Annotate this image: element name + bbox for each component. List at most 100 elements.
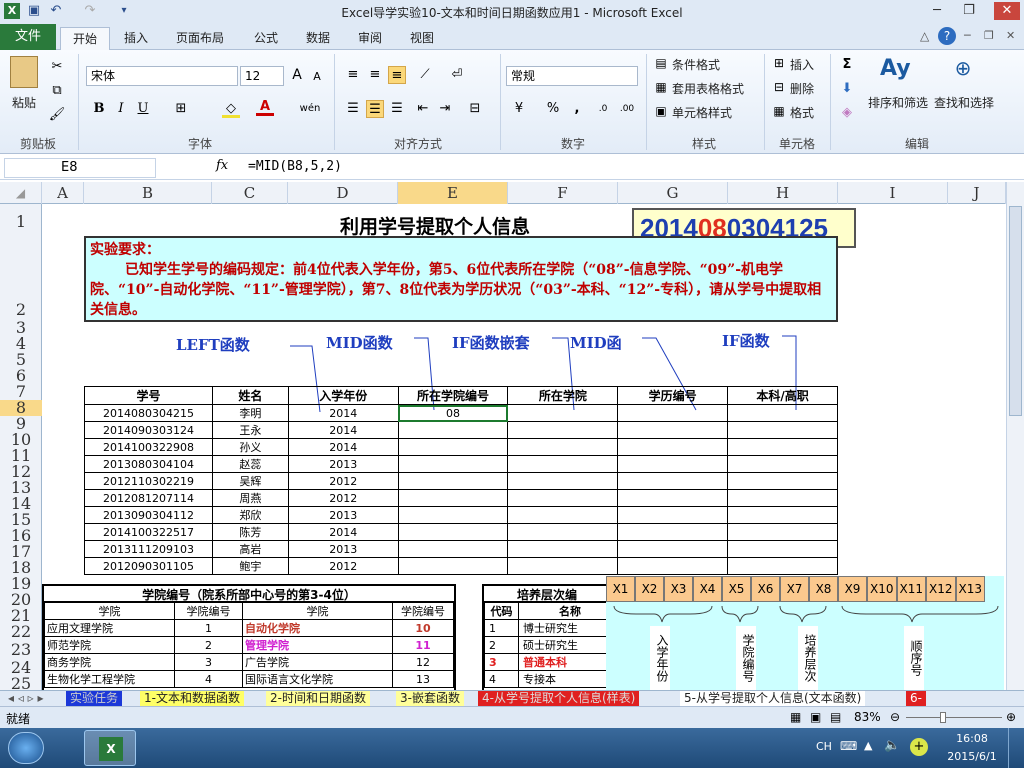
table-cell[interactable] bbox=[727, 438, 838, 456]
zoom-in-icon[interactable]: ⊕ bbox=[1006, 710, 1016, 724]
table-cell[interactable] bbox=[727, 523, 838, 541]
table-cell[interactable] bbox=[507, 540, 619, 558]
sheet-tab[interactable]: 实验任务 bbox=[66, 691, 123, 707]
table-cell[interactable] bbox=[397, 540, 509, 558]
table-cell[interactable]: 2012081207114 bbox=[84, 489, 213, 507]
table-cell[interactable]: 李明 bbox=[211, 404, 289, 422]
table-cell[interactable]: 2012090301105 bbox=[84, 557, 213, 575]
input-lang[interactable]: CH bbox=[816, 740, 832, 753]
table-cell[interactable]: 2014080304215 bbox=[84, 404, 213, 422]
table-cell[interactable]: 2 bbox=[484, 636, 519, 654]
table-cell[interactable]: 2013 bbox=[287, 506, 399, 524]
table-cell[interactable] bbox=[397, 438, 509, 456]
table-cell[interactable]: 鲍宇 bbox=[211, 557, 289, 575]
table-cell[interactable] bbox=[507, 404, 619, 422]
start-button[interactable] bbox=[8, 732, 44, 764]
table-cell[interactable] bbox=[727, 540, 838, 558]
table-cell[interactable]: 2014 bbox=[287, 404, 399, 422]
table-cell[interactable]: 自动化学院 bbox=[242, 619, 393, 637]
table-cell[interactable] bbox=[727, 557, 838, 575]
table-cell[interactable] bbox=[397, 506, 509, 524]
table-cell[interactable]: 商务学院 bbox=[44, 653, 175, 671]
sheet-tab-active[interactable]: 5-从学号提取个人信息(文本函数) bbox=[680, 691, 866, 707]
table-cell[interactable]: 2014 bbox=[287, 421, 399, 439]
volume-icon[interactable]: 🔈 bbox=[884, 738, 900, 753]
table-cell[interactable]: 13 bbox=[392, 670, 454, 688]
zoom-slider[interactable] bbox=[906, 717, 1002, 718]
tab-nav-icons[interactable]: ◂ ◃ ▹ ▸ bbox=[4, 691, 48, 707]
table-cell[interactable] bbox=[617, 438, 729, 456]
table-cell[interactable]: 2013090304112 bbox=[84, 506, 213, 524]
table-cell[interactable]: 生物化学工程学院 bbox=[44, 670, 175, 688]
table-cell[interactable]: 博士研究生 bbox=[518, 619, 610, 637]
table-cell[interactable]: 周燕 bbox=[211, 489, 289, 507]
table-cell[interactable] bbox=[507, 421, 619, 439]
table-cell[interactable]: 郑欣 bbox=[211, 506, 289, 524]
table-cell[interactable] bbox=[617, 523, 729, 541]
table-cell[interactable] bbox=[617, 506, 729, 524]
table-cell[interactable]: 2014090303124 bbox=[84, 421, 213, 439]
table-cell[interactable]: 硕士研究生 bbox=[518, 636, 610, 654]
view-page-layout-icon[interactable]: ▣ bbox=[810, 710, 821, 724]
show-desktop-button[interactable] bbox=[1008, 728, 1024, 768]
table-cell[interactable] bbox=[617, 472, 729, 490]
zoom-slider-thumb[interactable] bbox=[940, 712, 946, 723]
table-cell[interactable]: 3 bbox=[174, 653, 243, 671]
table-cell[interactable] bbox=[617, 489, 729, 507]
table-cell[interactable]: 2014100322908 bbox=[84, 438, 213, 456]
view-page-break-icon[interactable]: ▤ bbox=[830, 710, 841, 724]
table-cell[interactable]: 2012 bbox=[287, 557, 399, 575]
table-cell[interactable]: 赵蕊 bbox=[211, 455, 289, 473]
table-cell[interactable] bbox=[727, 404, 838, 422]
table-cell[interactable]: 1 bbox=[484, 619, 519, 637]
table-cell[interactable]: 11 bbox=[392, 636, 454, 654]
table-cell[interactable] bbox=[507, 438, 619, 456]
table-cell[interactable]: 普通本科 bbox=[518, 653, 610, 671]
table-cell[interactable] bbox=[617, 455, 729, 473]
table-cell[interactable] bbox=[507, 472, 619, 490]
table-cell[interactable]: 12 bbox=[392, 653, 454, 671]
sheet-tab[interactable]: 4-从学号提取个人信息(样表) bbox=[478, 691, 640, 707]
table-cell[interactable]: 孙义 bbox=[211, 438, 289, 456]
table-cell[interactable]: 2012 bbox=[287, 489, 399, 507]
table-cell[interactable]: 4 bbox=[174, 670, 243, 688]
table-cell[interactable] bbox=[617, 540, 729, 558]
table-cell[interactable]: 2 bbox=[174, 636, 243, 654]
tray-app-icon[interactable]: + bbox=[910, 738, 928, 756]
table-cell[interactable] bbox=[507, 523, 619, 541]
table-cell[interactable]: 10 bbox=[392, 619, 454, 637]
table-cell[interactable]: 管理学院 bbox=[242, 636, 393, 654]
keyboard-icon[interactable]: ⌨ bbox=[840, 739, 857, 753]
table-cell[interactable]: 2013 bbox=[287, 455, 399, 473]
table-cell[interactable]: 4 bbox=[484, 670, 519, 688]
table-cell[interactable] bbox=[397, 455, 509, 473]
table-cell[interactable] bbox=[507, 557, 619, 575]
table-cell[interactable]: 广告学院 bbox=[242, 653, 393, 671]
table-cell[interactable] bbox=[507, 489, 619, 507]
sheet-tab[interactable]: 1-文本和数据函数 bbox=[140, 691, 244, 707]
table-cell[interactable]: 2014 bbox=[287, 523, 399, 541]
table-cell[interactable] bbox=[617, 421, 729, 439]
table-cell[interactable]: 2014100322517 bbox=[84, 523, 213, 541]
zoom-level[interactable]: 83% bbox=[854, 710, 881, 724]
table-cell[interactable]: 师范学院 bbox=[44, 636, 175, 654]
table-cell[interactable] bbox=[727, 472, 838, 490]
table-cell[interactable] bbox=[397, 523, 509, 541]
table-cell[interactable]: 陈芳 bbox=[211, 523, 289, 541]
zoom-out-icon[interactable]: ⊖ bbox=[890, 710, 900, 724]
sheet-tab[interactable]: 3-嵌套函数 bbox=[396, 691, 464, 707]
table-cell[interactable]: 国际语言文化学院 bbox=[242, 670, 393, 688]
view-normal-icon[interactable]: ▦ bbox=[790, 710, 801, 724]
table-cell[interactable] bbox=[507, 506, 619, 524]
table-cell[interactable]: 专接本 bbox=[518, 670, 610, 688]
sheet-tab[interactable]: 2-时间和日期函数 bbox=[266, 691, 370, 707]
table-cell[interactable]: 2013080304104 bbox=[84, 455, 213, 473]
table-cell[interactable]: 2014 bbox=[287, 438, 399, 456]
table-cell[interactable]: 2012 bbox=[287, 472, 399, 490]
table-cell[interactable]: 王永 bbox=[211, 421, 289, 439]
table-cell[interactable]: 2013111209103 bbox=[84, 540, 213, 558]
table-cell[interactable] bbox=[397, 472, 509, 490]
table-cell[interactable] bbox=[727, 455, 838, 473]
tray-up-icon[interactable]: ▲ bbox=[864, 739, 872, 752]
table-cell[interactable]: 2012110302219 bbox=[84, 472, 213, 490]
